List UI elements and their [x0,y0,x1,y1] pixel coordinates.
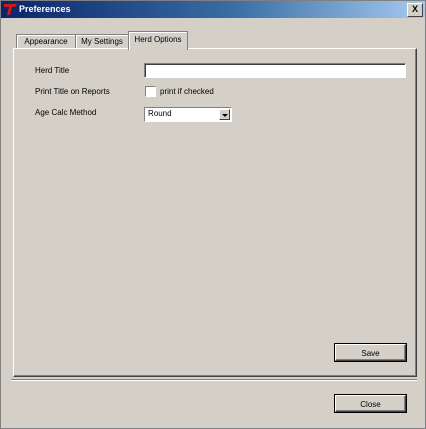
herd-title-label: Herd Title [35,66,70,75]
save-button[interactable]: Save [334,343,407,362]
app-logo-icon [4,4,17,15]
age-calc-select[interactable]: Round [144,107,232,122]
tab-my-settings[interactable]: My Settings [75,34,129,49]
title-bar[interactable]: Preferences X [1,1,425,18]
age-calc-value: Round [148,109,172,118]
close-window-button[interactable]: X [407,3,423,17]
herd-title-input[interactable] [144,63,406,78]
age-calc-label: Age Calc Method [35,108,97,117]
print-title-checkbox[interactable] [145,86,156,97]
tab-appearance[interactable]: Appearance [16,34,76,49]
chevron-down-icon[interactable] [219,109,230,120]
herd-options-panel [13,48,417,377]
print-checkbox-label[interactable]: print if checked [160,87,214,96]
preferences-window: Preferences X Appearance My Settings Her… [0,0,426,429]
print-title-label: Print Title on Reports [35,87,110,96]
divider [11,379,417,381]
window-title: Preferences [19,4,71,14]
close-button[interactable]: Close [334,394,407,413]
tab-herd-options[interactable]: Herd Options [128,31,188,50]
